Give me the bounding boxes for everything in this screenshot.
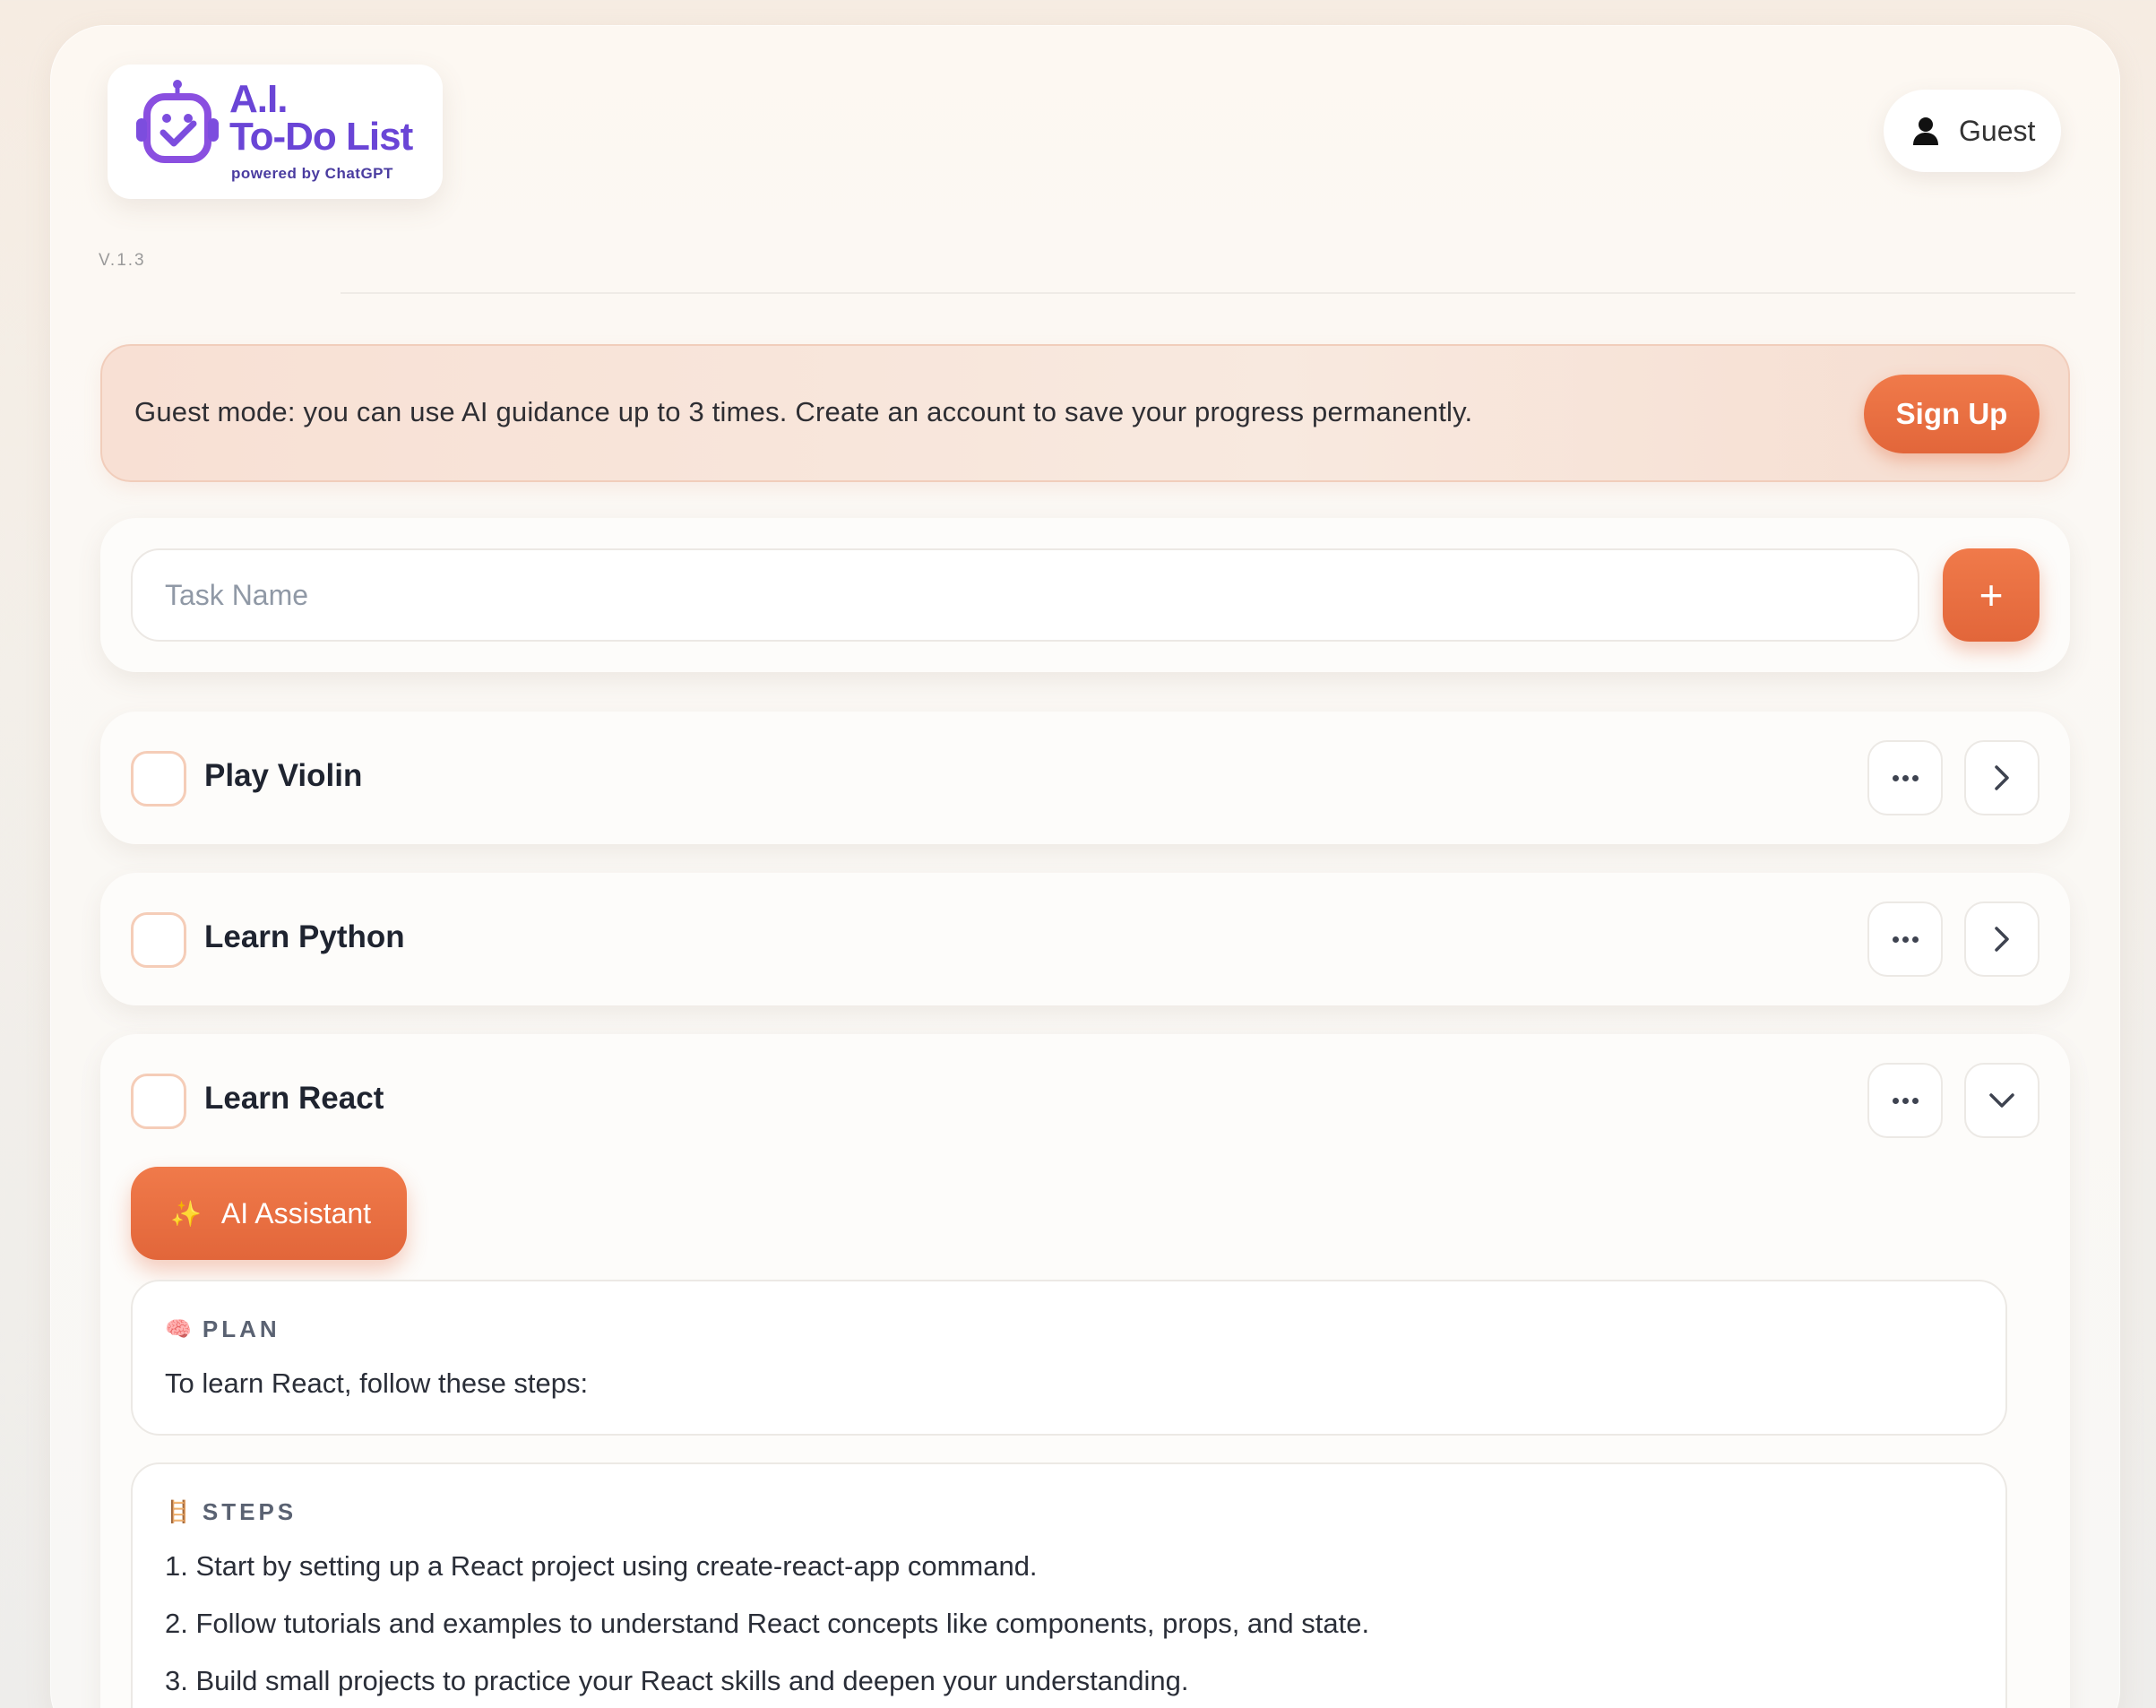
ladder-icon: 🪜: [165, 1500, 192, 1524]
task-name: Learn Python: [204, 919, 405, 954]
task-checkbox[interactable]: [131, 751, 186, 807]
add-task-button[interactable]: +: [1943, 548, 2040, 642]
add-task-card: +: [100, 518, 2070, 672]
task-checkbox[interactable]: [131, 1074, 186, 1129]
logo-title: A.I. To-Do List: [229, 77, 413, 159]
ai-assistant-button[interactable]: ✨ AI Assistant: [131, 1167, 407, 1260]
plus-icon: +: [1979, 572, 2004, 618]
task-item: Learn Python: [100, 873, 2070, 1005]
step-item: 1. Start by setting up a React project u…: [165, 1550, 1038, 1582]
step-item: 3. Build small projects to practice your…: [165, 1665, 1189, 1696]
task-options-button[interactable]: [1867, 901, 1943, 977]
logo-subtitle: powered by ChatGPT: [231, 165, 393, 182]
guest-mode-text: Guest mode: you can use AI guidance up t…: [134, 396, 1473, 427]
sign-up-button[interactable]: Sign Up: [1864, 375, 2040, 453]
plan-heading: 🧠 PLAN: [165, 1316, 280, 1342]
task-name: Learn React: [204, 1081, 384, 1116]
chevron-right-icon: [1995, 765, 2009, 790]
chevron-down-icon: [1989, 1093, 2014, 1108]
chevron-right-icon: [1995, 927, 2009, 952]
task-item: Play Violin: [100, 712, 2070, 844]
task-name-input[interactable]: [131, 548, 1919, 642]
task-options-button[interactable]: [1867, 740, 1943, 815]
plan-section: 🧠 PLAN To learn React, follow these step…: [131, 1280, 2007, 1436]
brain-icon: 🧠: [165, 1317, 192, 1341]
steps-heading: 🪜 STEPS: [165, 1498, 298, 1525]
sparkles-icon: ✨: [170, 1199, 202, 1228]
ai-assistant-label: AI Assistant: [220, 1196, 372, 1229]
task-item-expanded: Learn React ✨ AI Assistant 🧠 PLAN To lea…: [100, 1034, 2070, 1708]
task-options-button[interactable]: [1867, 1063, 1943, 1138]
app-logo[interactable]: A.I. To-Do List powered by ChatGPT: [108, 65, 443, 199]
task-expand-button[interactable]: [1964, 740, 2040, 815]
header-divider: [341, 292, 2075, 294]
robot-logo-icon: [136, 80, 219, 163]
task-collapse-button[interactable]: [1964, 1063, 2040, 1138]
user-menu-button[interactable]: Guest: [1884, 90, 2061, 172]
guest-mode-banner: Guest mode: you can use AI guidance up t…: [100, 344, 2070, 482]
task-name: Play Violin: [204, 758, 363, 793]
steps-section: 🪜 STEPS 1. Start by setting up a React p…: [131, 1462, 2007, 1708]
version-label: V.1.3: [99, 251, 146, 270]
user-label: Guest: [1959, 114, 2036, 147]
task-expand-button[interactable]: [1964, 901, 2040, 977]
more-options-icon: [1892, 936, 1919, 943]
step-item: 2. Follow tutorials and examples to unde…: [165, 1608, 1370, 1639]
user-icon: [1913, 117, 1938, 145]
more-options-icon: [1892, 1097, 1919, 1104]
plan-text: To learn React, follow these steps:: [165, 1367, 589, 1399]
task-checkbox[interactable]: [131, 912, 186, 968]
more-options-icon: [1892, 774, 1919, 781]
